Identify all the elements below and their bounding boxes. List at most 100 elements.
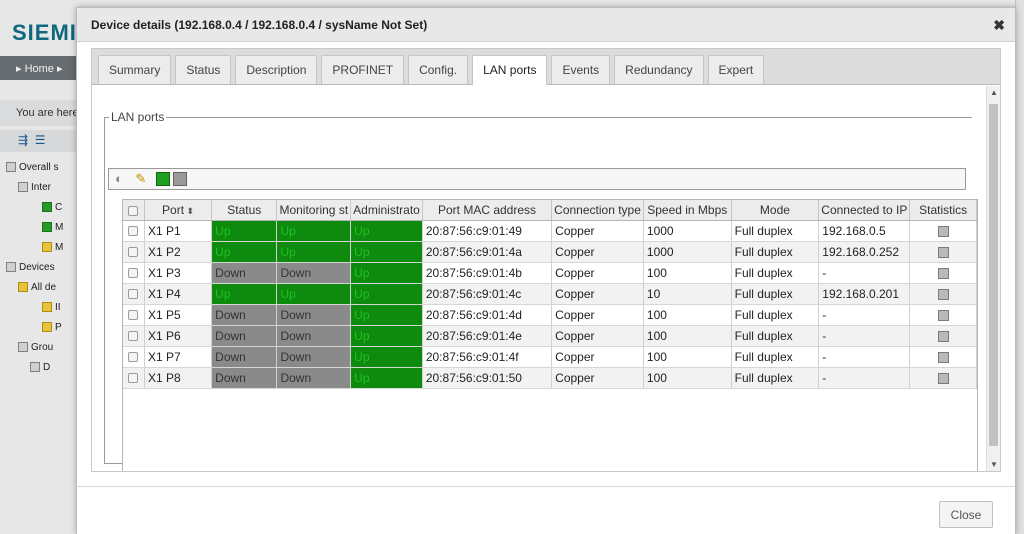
lan-toolbar: ◐ ✎ [108, 168, 966, 190]
column-header[interactable]: Speed in Mbps [643, 200, 732, 221]
speed-cell: 100 [643, 262, 732, 284]
connection-type-cell: Copper [551, 367, 644, 389]
table-row[interactable]: X1 P1 Up Up Up 20:87:56:c9:01:49 Copper 1000 Fu… [123, 220, 977, 242]
tab-profinet[interactable]: PROFINET [321, 55, 405, 84]
port-cell: X1 P5 [144, 304, 213, 326]
statistics-icon[interactable] [937, 351, 949, 363]
mac-cell: 20:87:56:c9:01:4b [422, 262, 553, 284]
mode-cell: Full duplex [731, 325, 820, 347]
row-checkbox[interactable] [123, 346, 145, 368]
column-header[interactable]: Port MAC address [422, 200, 553, 221]
admin-cell: Up [350, 325, 423, 347]
statistics-cell [909, 220, 977, 242]
column-header[interactable]: Administrato [350, 200, 423, 221]
connection-type-cell: Copper [551, 346, 644, 368]
tab-description[interactable]: Description [235, 55, 318, 84]
column-header[interactable]: Monitoring st [276, 200, 352, 221]
monitoring-cell: Up [276, 283, 352, 305]
port-cell: X1 P7 [144, 346, 213, 368]
green-status-icon[interactable] [155, 171, 170, 186]
row-checkbox[interactable] [123, 220, 145, 242]
mode-cell: Full duplex [731, 283, 820, 305]
column-header[interactable]: Status [211, 200, 278, 221]
tab-expert[interactable]: Expert [707, 55, 765, 84]
table-row[interactable]: X1 P7 Down Down Up 20:87:56:c9:01:4f Copper 10… [123, 346, 977, 368]
table-row[interactable]: X1 P4 Up Up Up 20:87:56:c9:01:4c Copper 10 Full… [123, 283, 977, 305]
scroll-down-icon[interactable]: ▼ [990, 460, 998, 469]
tab-status[interactable]: Status [175, 55, 232, 84]
vscroll-thumb[interactable] [989, 104, 998, 446]
column-header[interactable]: Port ⬍ [144, 200, 213, 221]
close-icon[interactable]: ✖ [993, 17, 1005, 34]
statistics-icon[interactable] [937, 225, 949, 237]
statistics-icon[interactable] [937, 330, 949, 342]
close-button[interactable]: Close [939, 501, 993, 528]
mode-cell: Full duplex [731, 220, 820, 242]
speed-cell: 10 [643, 283, 732, 305]
table-row[interactable]: X1 P3 Down Down Up 20:87:56:c9:01:4b Copper 10… [123, 262, 977, 284]
tab-summary[interactable]: Summary [98, 55, 172, 84]
statistics-cell [909, 283, 977, 305]
leaf-icon[interactable]: ◐ [115, 171, 129, 186]
mac-cell: 20:87:56:c9:01:50 [422, 367, 553, 389]
row-checkbox[interactable] [123, 262, 145, 284]
connected-ip-cell: - [818, 325, 911, 347]
statistics-icon[interactable] [937, 372, 949, 384]
connection-type-cell: Copper [551, 220, 644, 242]
table-row[interactable]: X1 P2 Up Up Up 20:87:56:c9:01:4a Copper 1000 Fu… [123, 241, 977, 263]
row-checkbox[interactable] [123, 367, 145, 389]
statistics-icon[interactable] [937, 288, 949, 300]
status-cell: Down [211, 346, 278, 368]
statistics-icon[interactable] [937, 246, 949, 258]
connection-type-cell: Copper [551, 325, 644, 347]
column-header[interactable]: Connected to IP [818, 200, 911, 221]
speed-cell: 1000 [643, 220, 732, 242]
scroll-up-icon[interactable]: ▲ [990, 88, 998, 97]
sort-icon[interactable]: ⬍ [184, 206, 195, 216]
speed-cell: 100 [643, 346, 732, 368]
table-row[interactable]: X1 P8 Down Down Up 20:87:56:c9:01:50 Copper 10… [123, 367, 977, 389]
mode-cell: Full duplex [731, 241, 820, 263]
tab-events[interactable]: Events [551, 55, 611, 84]
status-cell: Up [211, 220, 278, 242]
monitoring-cell: Up [276, 220, 352, 242]
port-cell: X1 P4 [144, 283, 213, 305]
row-checkbox[interactable] [123, 241, 145, 263]
statistics-cell [909, 346, 977, 368]
admin-cell: Up [350, 220, 423, 242]
lan-ports-grid: Port ⬍ Status Monitoring st Administrato Por… [122, 199, 978, 471]
column-header[interactable]: Mode [731, 200, 820, 221]
gray-status-icon[interactable] [172, 171, 187, 186]
vertical-scrollbar[interactable]: ▲ ▼ [986, 86, 1000, 471]
speed-cell: 100 [643, 304, 732, 326]
tab-lan-ports[interactable]: LAN ports [472, 55, 548, 85]
row-checkbox[interactable] [123, 304, 145, 326]
row-checkbox[interactable] [123, 283, 145, 305]
speed-cell: 100 [643, 325, 732, 347]
admin-cell: Up [350, 262, 423, 284]
connected-ip-cell: 192.168.0.252 [818, 241, 911, 263]
table-row[interactable]: X1 P6 Down Down Up 20:87:56:c9:01:4e Copper 10… [123, 325, 977, 347]
column-header[interactable]: Statistics [909, 200, 977, 221]
column-header[interactable]: Connection type [551, 200, 644, 221]
statistics-cell [909, 241, 977, 263]
tab-redundancy[interactable]: Redundancy [614, 55, 704, 84]
speed-cell: 1000 [643, 241, 732, 263]
statistics-icon[interactable] [937, 267, 949, 279]
mac-cell: 20:87:56:c9:01:4f [422, 346, 553, 368]
statistics-icon[interactable] [937, 309, 949, 321]
dialog-header: Device details (192.168.0.4 / 192.168.0.… [77, 8, 1015, 42]
status-cell: Down [211, 262, 278, 284]
tab-config[interactable]: Config. [408, 55, 469, 84]
statistics-cell [909, 262, 977, 284]
device-details-dialog: Device details (192.168.0.4 / 192.168.0.… [76, 7, 1016, 534]
status-cell: Down [211, 325, 278, 347]
row-checkbox[interactable] [123, 325, 145, 347]
statistics-cell [909, 325, 977, 347]
table-row[interactable]: X1 P5 Down Down Up 20:87:56:c9:01:4d Copper 10… [123, 304, 977, 326]
connected-ip-cell: - [818, 304, 911, 326]
status-cell: Down [211, 367, 278, 389]
edit-icon[interactable]: ✎ [135, 171, 149, 186]
select-all-checkbox[interactable] [123, 200, 145, 221]
monitoring-cell: Up [276, 241, 352, 263]
